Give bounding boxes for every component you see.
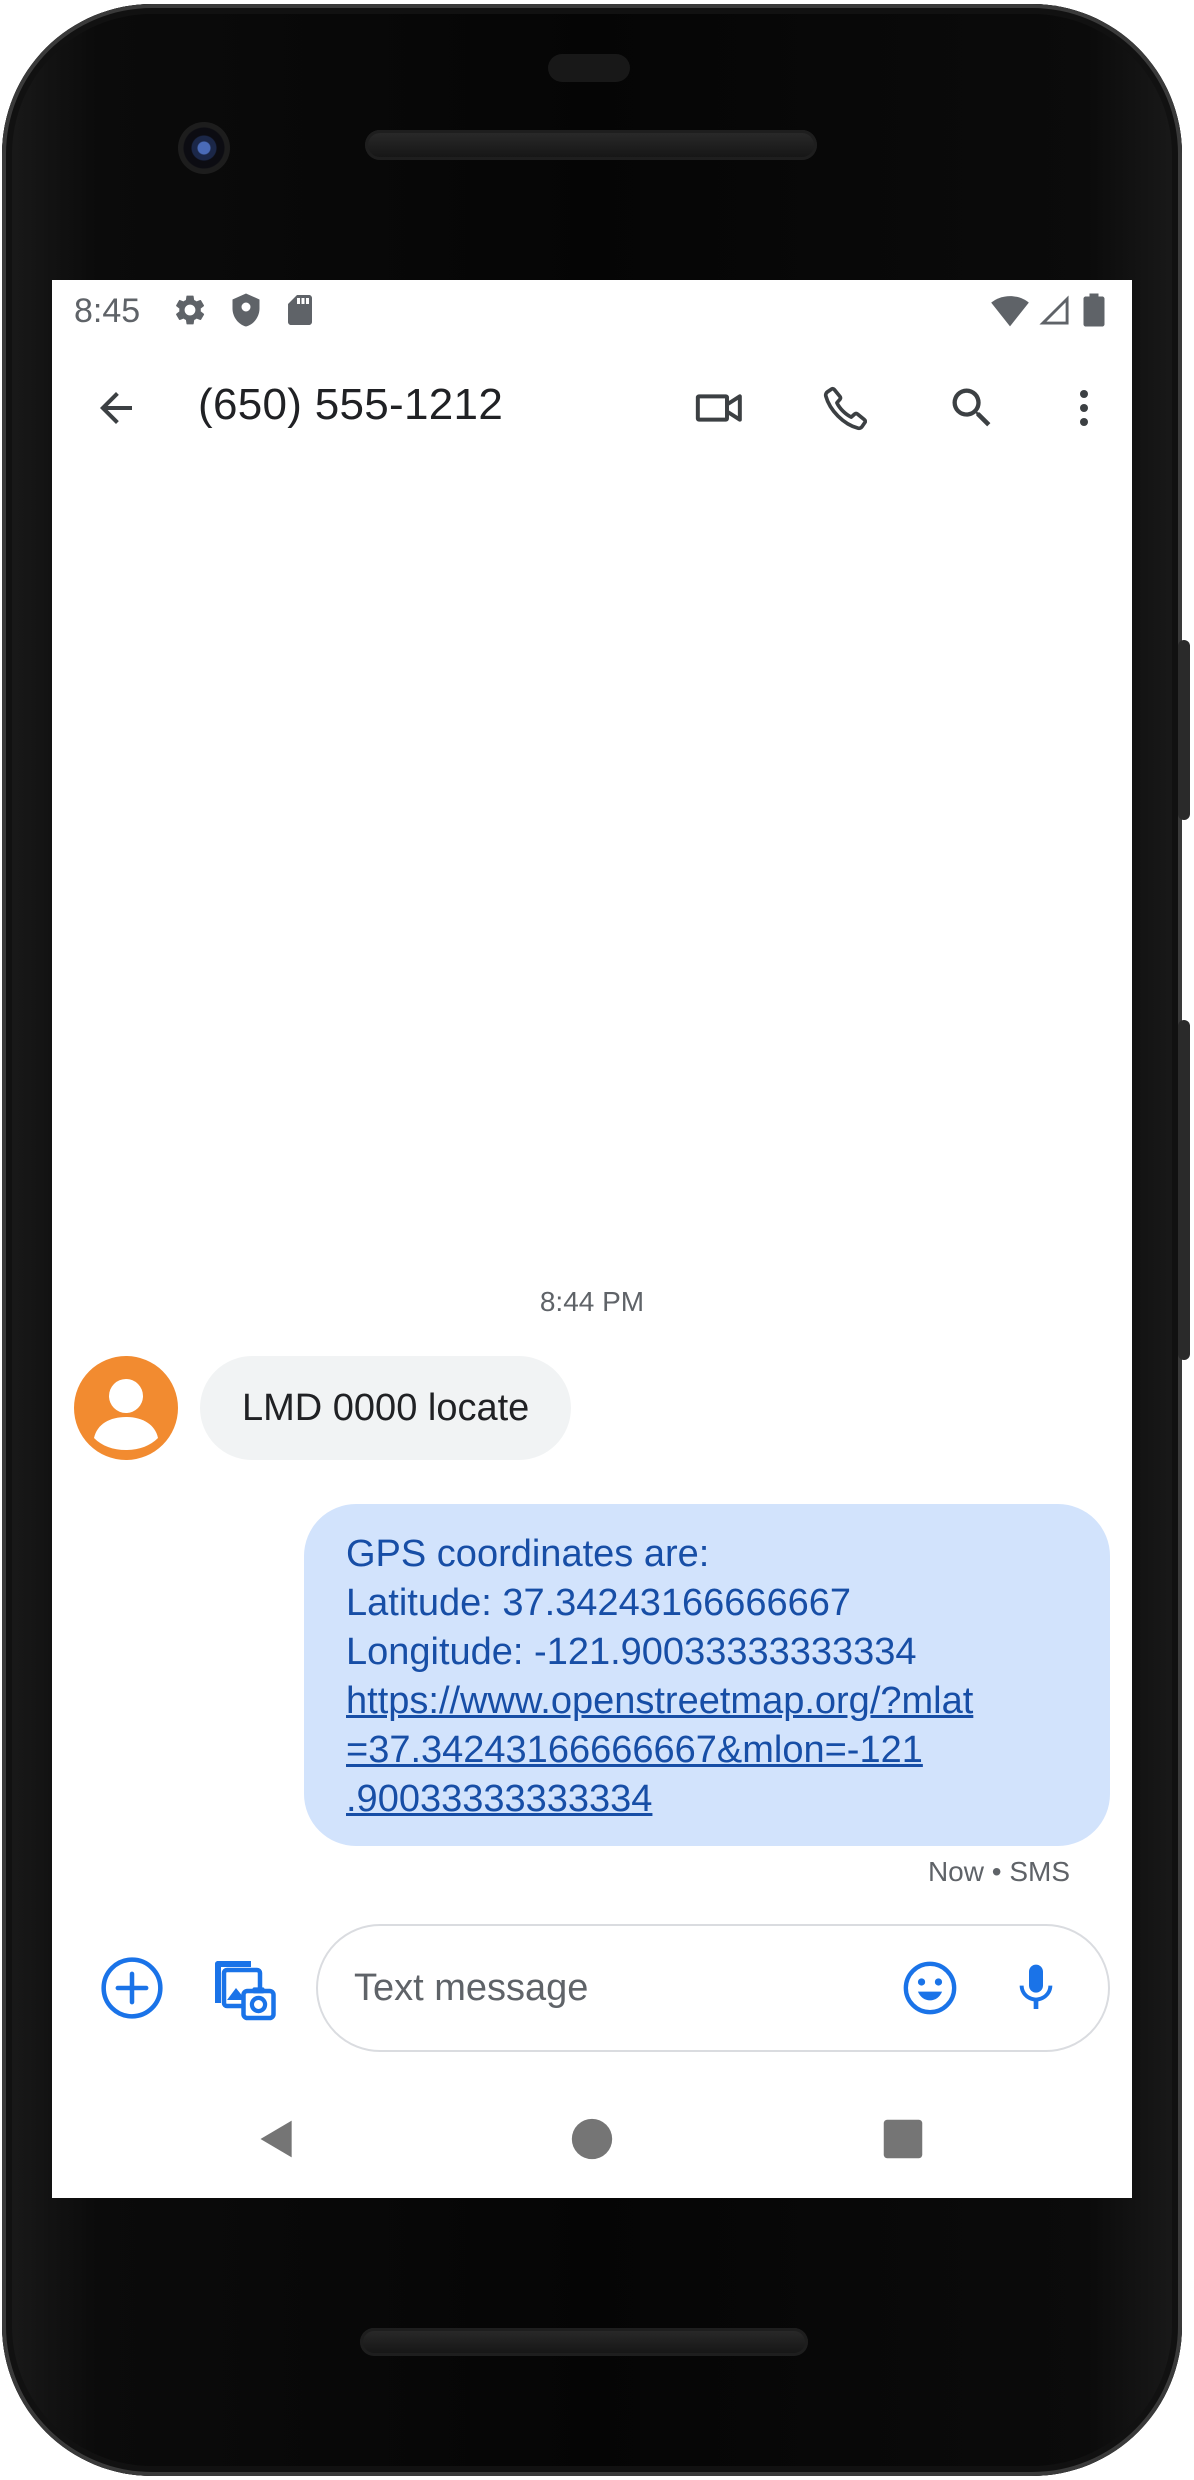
person-icon (94, 1379, 158, 1450)
message-status: Now • SMS (927, 1856, 1070, 1887)
phone-icon (823, 386, 868, 431)
volume-button (1178, 1020, 1190, 1360)
bottom-speaker (360, 2328, 808, 2356)
cell-signal-icon (1038, 292, 1074, 328)
back-button[interactable] (76, 368, 156, 448)
square-recents-icon (883, 2119, 923, 2159)
triangle-back-icon (260, 2120, 292, 2158)
emoji-icon (903, 1961, 957, 2015)
contact-avatar[interactable] (74, 1356, 178, 1460)
gear-icon (172, 292, 208, 328)
video-call-icon (695, 394, 742, 422)
app-bar: (650) 555-1212 (52, 340, 1132, 480)
emoji-button[interactable] (890, 1948, 970, 2028)
outgoing-line-3: Longitude: -121.90033333333334 (346, 1631, 917, 1673)
gallery-camera-icon (215, 1961, 276, 2021)
incoming-message-text: LMD 0000 locate (242, 1386, 530, 1429)
gallery-camera-button[interactable] (194, 1940, 290, 2036)
page: 8:45 (650) 555-1212 8:44 PM LMD 0000 loc… (0, 0, 1194, 2480)
outgoing-line-1: GPS coordinates are: (346, 1533, 710, 1575)
map-link-line-1[interactable]: https://www.openstreetmap.org/?mlat (346, 1677, 1080, 1726)
video-call-button[interactable] (680, 368, 760, 448)
compose-field (316, 1924, 1110, 2052)
more-options-button[interactable] (1044, 368, 1124, 448)
voice-input-button[interactable] (996, 1948, 1076, 2028)
outgoing-message-bubble[interactable]: GPS coordinates are: Latitude: 37.342431… (304, 1504, 1110, 1846)
system-navigation-bar (52, 2080, 1132, 2198)
text-message-input[interactable] (354, 1926, 874, 2050)
status-bar: 8:45 (52, 280, 1132, 340)
phone-call-button[interactable] (806, 368, 886, 448)
map-link-line-3[interactable]: .90033333333334 (346, 1775, 1080, 1824)
top-sensor-slot (548, 54, 630, 82)
outgoing-line-2: Latitude: 37.34243166666667 (346, 1582, 852, 1624)
search-icon (952, 388, 991, 427)
battery-icon (1082, 292, 1118, 328)
shield-icon (228, 292, 264, 328)
conversation-timestamp: 8:44 PM (539, 1286, 645, 1317)
status-time: 8:45 (74, 292, 141, 330)
nav-back-button[interactable] (232, 2094, 322, 2184)
wifi-icon (990, 292, 1029, 328)
contact-title[interactable]: (650) 555-1212 (198, 380, 503, 430)
add-circle-icon (101, 1957, 163, 2019)
add-attachment-button[interactable] (84, 1940, 180, 2036)
sd-card-icon (282, 292, 318, 328)
front-camera (178, 122, 230, 174)
screen: 8:45 (650) 555-1212 8:44 PM LMD 0000 loc… (52, 280, 1132, 2198)
power-button (1178, 640, 1190, 820)
map-link-line-2[interactable]: =37.34243166666667&mlon=-121 (346, 1726, 1080, 1775)
back-arrow-icon (100, 392, 132, 424)
more-vert-icon (1080, 390, 1088, 426)
earpiece-speaker (365, 130, 817, 160)
microphone-icon (1019, 1964, 1053, 2009)
incoming-message-bubble[interactable]: LMD 0000 locate (200, 1356, 572, 1460)
nav-home-button[interactable] (547, 2094, 637, 2184)
circle-home-icon (571, 2118, 613, 2160)
nav-recents-button[interactable] (858, 2094, 948, 2184)
search-button[interactable] (932, 368, 1012, 448)
